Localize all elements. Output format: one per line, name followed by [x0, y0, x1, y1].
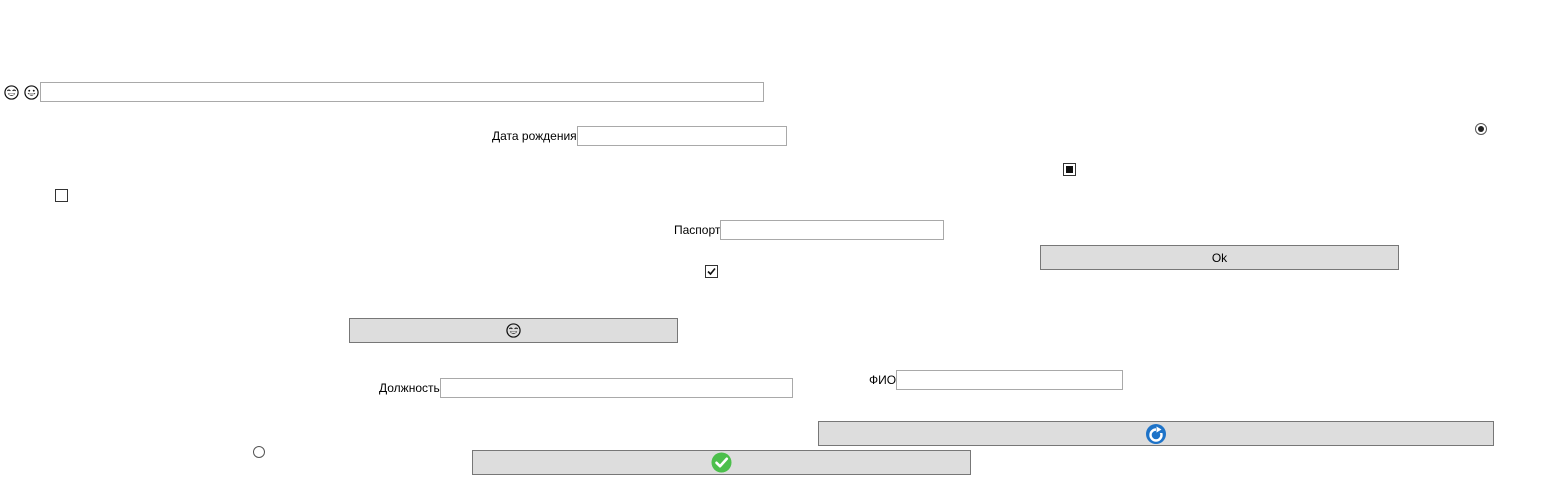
checkbox-checked[interactable] [705, 265, 718, 278]
birth-date-label: Дата рождения [492, 129, 577, 143]
top-text-input[interactable] [40, 82, 764, 102]
crying-laughing-face-icon [506, 323, 521, 338]
passport-label: Паспорт [674, 223, 721, 237]
radio-bottom-left[interactable] [253, 446, 265, 458]
radio-top-right[interactable] [1475, 123, 1487, 135]
checkbox-indeterminate[interactable] [1063, 163, 1076, 176]
position-label: Должность [379, 381, 440, 395]
checkmark-icon [707, 267, 716, 276]
full-name-label: ФИО [869, 373, 897, 387]
checkbox-unchecked[interactable] [55, 189, 68, 202]
grinning-face-icon [24, 85, 39, 103]
birth-date-field[interactable] [577, 126, 787, 146]
refresh-button[interactable] [818, 421, 1494, 446]
confirm-button[interactable] [472, 450, 971, 475]
ok-button-label: Ok [1211, 250, 1228, 265]
full-name-field[interactable] [896, 370, 1123, 390]
passport-field[interactable] [720, 220, 944, 240]
refresh-icon [1145, 423, 1167, 445]
emoji-button[interactable] [349, 318, 678, 343]
ok-button[interactable]: Ok [1040, 245, 1399, 270]
checkmark-icon [711, 452, 732, 473]
crying-laughing-face-icon [4, 85, 19, 103]
position-field[interactable] [440, 378, 793, 398]
